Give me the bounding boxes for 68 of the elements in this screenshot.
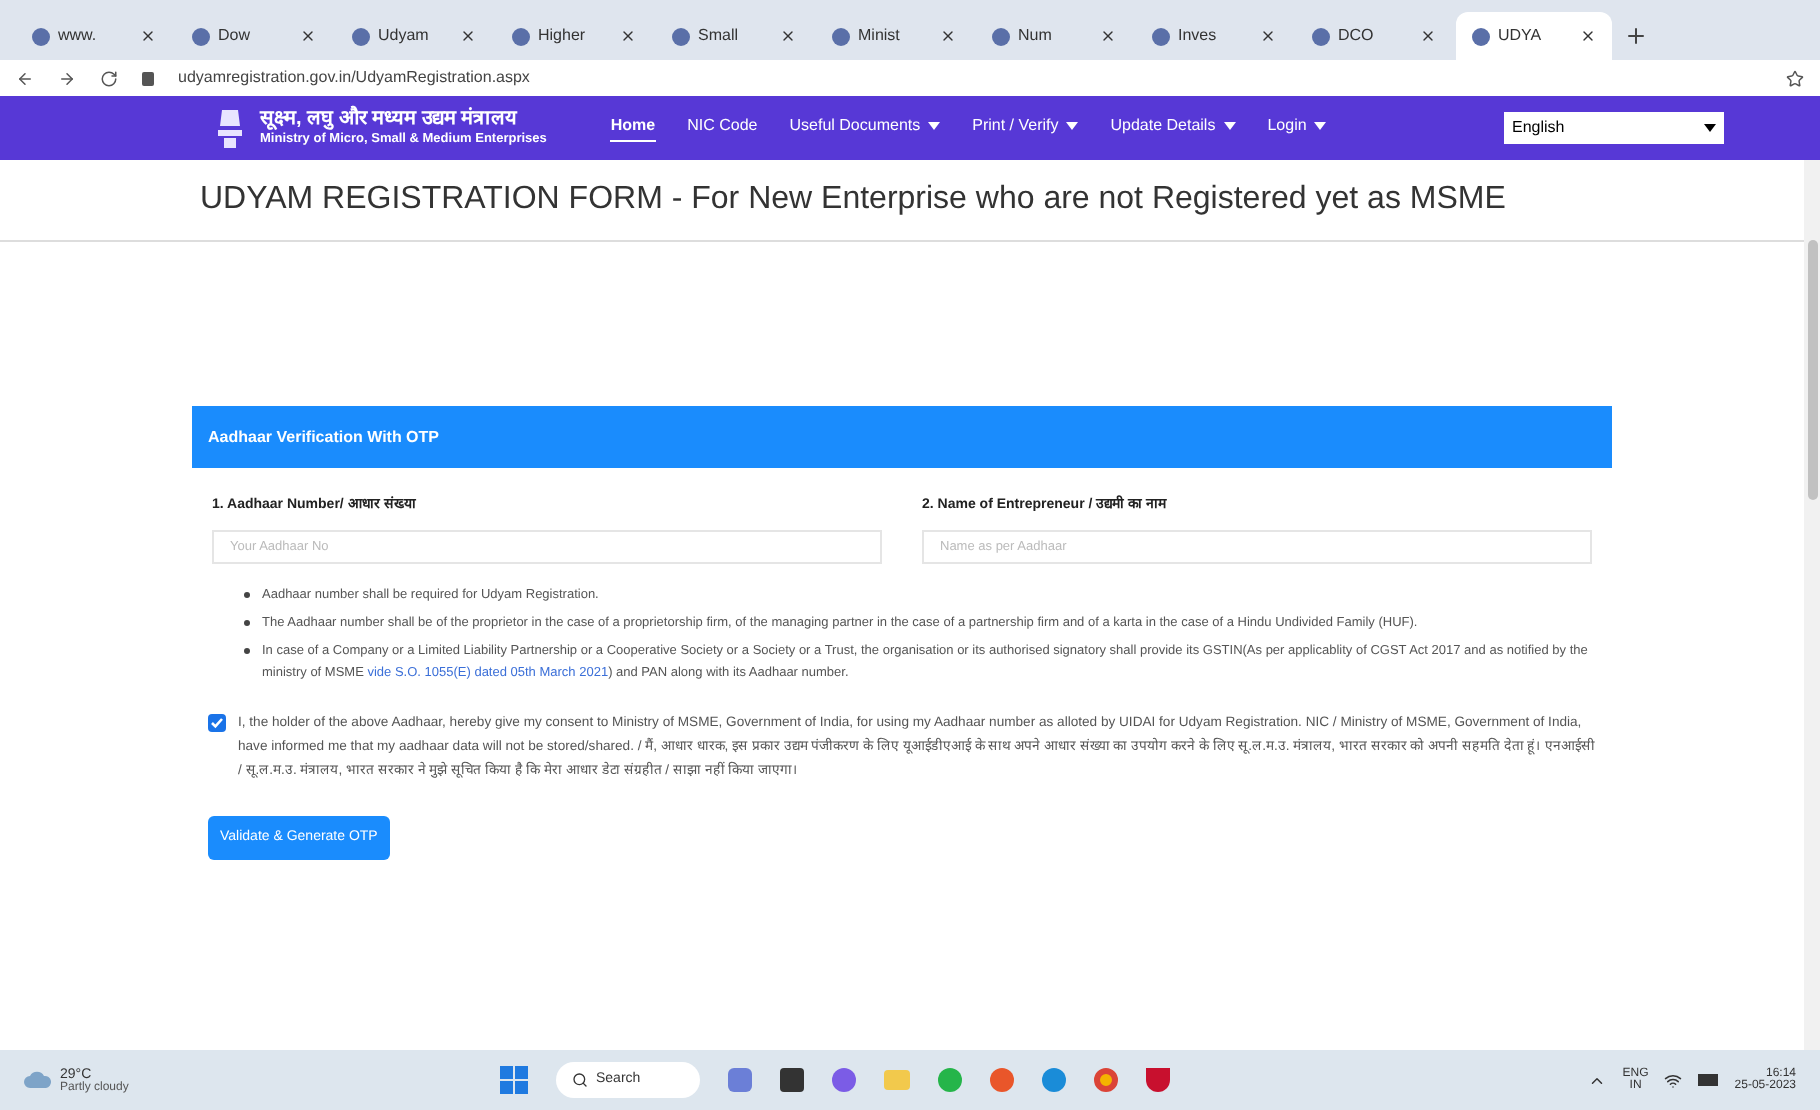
address-bar[interactable]: udyamregistration.gov.in/UdyamRegistration.aspx	[178, 66, 1762, 90]
favicon-icon	[512, 27, 530, 45]
reload-icon[interactable]	[100, 69, 118, 87]
close-icon[interactable]	[1100, 28, 1116, 44]
wifi-icon[interactable]	[1664, 1071, 1683, 1089]
forward-icon[interactable]	[58, 69, 76, 87]
nav-link[interactable]: Home	[610, 114, 656, 142]
favicon-icon	[1152, 27, 1170, 45]
caret-icon	[1704, 124, 1716, 132]
browser-tab[interactable]: Num	[976, 12, 1132, 60]
close-icon[interactable]	[460, 28, 476, 44]
nav-link[interactable]: Login	[1267, 114, 1327, 142]
tab-title: www.	[58, 24, 99, 48]
card-title: Aadhaar Verification With OTP	[208, 425, 440, 449]
nav-link[interactable]: Update Details	[1110, 114, 1236, 142]
back-icon[interactable]	[16, 69, 34, 87]
close-icon[interactable]	[780, 28, 796, 44]
consent-checkbox[interactable]	[208, 713, 226, 731]
favicon-icon	[352, 27, 370, 45]
page-title: UDYAM REGISTRATION FORM - For New Enterprise who are not Registered yet as MSME	[200, 182, 1506, 216]
language-select[interactable]: English	[1504, 112, 1724, 144]
star-icon[interactable]	[1786, 69, 1804, 87]
browser-tab[interactable]: DCO	[1296, 12, 1452, 60]
tab-title: Small	[698, 24, 741, 48]
browser-tab[interactable]: UDYA	[1456, 12, 1612, 60]
tab-title: Higher	[538, 24, 588, 48]
tab-title: Udyam	[378, 24, 431, 48]
browser-tab[interactable]: Higher	[496, 12, 652, 60]
browser-tab[interactable]: www.	[16, 12, 172, 60]
favicon-icon	[1312, 27, 1330, 45]
battery-icon[interactable]	[1698, 1074, 1719, 1086]
nav-link[interactable]: Print / Verify	[972, 114, 1079, 142]
lock-icon	[142, 71, 154, 85]
nav-link[interactable]: Useful Documents	[789, 114, 941, 142]
windows-icon[interactable]	[500, 1066, 528, 1094]
favicon-icon	[992, 27, 1010, 45]
browser-tab[interactable]: Small	[656, 12, 812, 60]
favicon-icon	[32, 27, 50, 45]
tab-title: Num	[1018, 24, 1054, 48]
close-icon[interactable]	[140, 28, 156, 44]
tab-title: Dow	[218, 24, 253, 48]
browser-tab[interactable]: Dow	[176, 12, 332, 60]
new-tab-icon[interactable]	[1624, 24, 1648, 48]
search-icon	[572, 1072, 588, 1088]
favicon-icon	[832, 27, 850, 45]
bullet-icon	[244, 647, 250, 653]
bullet-icon	[244, 619, 250, 625]
close-icon[interactable]	[300, 28, 316, 44]
close-icon[interactable]	[620, 28, 636, 44]
favicon-icon	[672, 27, 690, 45]
logo-hindi: सूक्ष्म, लघु और मध्यम उद्यम मंत्रालय	[260, 109, 520, 130]
close-icon[interactable]	[1420, 28, 1436, 44]
tab-title: UDYA	[1498, 24, 1544, 48]
browser-tab[interactable]: Minist	[816, 12, 972, 60]
browser-tab[interactable]: Udyam	[336, 12, 492, 60]
emblem-icon	[216, 106, 244, 150]
nav-link[interactable]: NIC Code	[687, 114, 758, 142]
browser-tab[interactable]: Inves	[1136, 12, 1292, 60]
favicon-icon	[192, 27, 210, 45]
tab-title: DCO	[1338, 24, 1376, 48]
close-icon[interactable]	[940, 28, 956, 44]
cloud-icon	[24, 1070, 52, 1090]
tab-title: Inves	[1178, 24, 1219, 48]
favicon-icon	[1472, 27, 1490, 45]
close-icon[interactable]	[1260, 28, 1276, 44]
bullet-icon	[244, 591, 250, 597]
close-icon[interactable]	[1580, 28, 1596, 44]
tab-title: Minist	[858, 24, 902, 48]
